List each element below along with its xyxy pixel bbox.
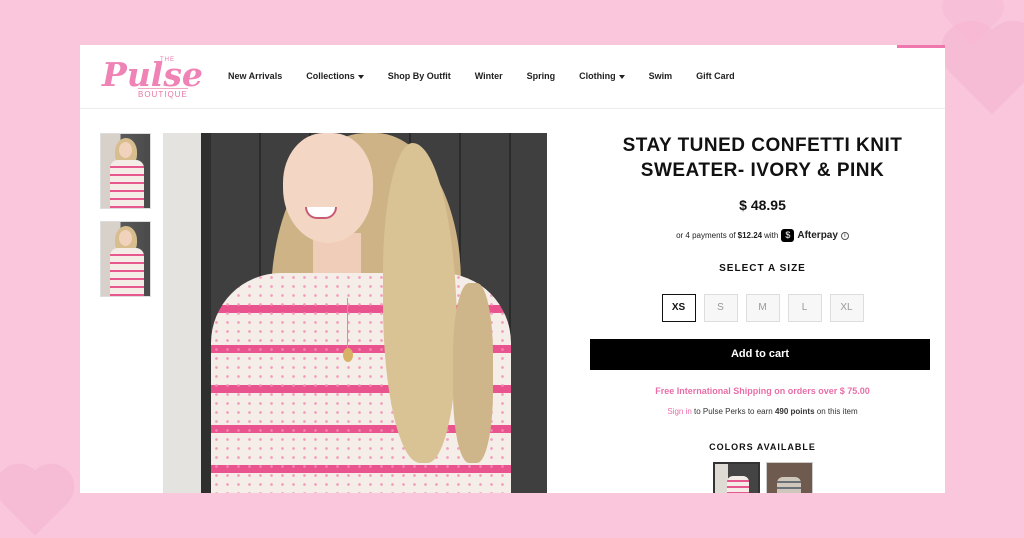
product-title-line2: SWEATER- IVORY & PINK xyxy=(640,160,885,181)
site-header: THE Pulse BOUTIQUE New Arrivals Collecti… xyxy=(80,45,945,109)
colors-available-label: COLORS AVAILABLE xyxy=(709,442,816,452)
nav-shop-by-outfit[interactable]: Shop By Outfit xyxy=(388,71,451,81)
store-page: THE Pulse BOUTIQUE New Arrivals Collecti… xyxy=(80,45,945,493)
perks-points: 490 points xyxy=(774,407,815,416)
nav-clothing[interactable]: Clothing xyxy=(579,71,625,81)
perks-text: to Pulse Perks to earn xyxy=(691,407,775,416)
product-title-line1: STAY TUNED CONFETTI KNIT xyxy=(622,135,903,156)
perks-text-end: on this item xyxy=(814,407,858,416)
perks-notice: Sign in to Pulse Perks to earn 490 point… xyxy=(580,407,945,416)
afterpay-prefix: or 4 payments of xyxy=(676,231,736,240)
afterpay-with: with xyxy=(764,231,779,240)
product-main-image[interactable] xyxy=(163,133,547,493)
chevron-down-icon xyxy=(357,74,364,79)
heart-decoration xyxy=(2,470,68,536)
size-selector: XS S M L XL xyxy=(580,294,945,322)
color-swatch-ivory-pink[interactable] xyxy=(712,462,760,493)
size-option-xl[interactable]: XL xyxy=(829,294,864,322)
heart-decoration xyxy=(949,29,1024,115)
size-option-xs[interactable]: XS xyxy=(661,294,696,322)
site-logo[interactable]: THE Pulse BOUTIQUE xyxy=(100,55,203,101)
select-size-label: SELECT A SIZE xyxy=(719,263,806,274)
main-nav: New Arrivals Collections Shop By Outfit … xyxy=(228,71,759,81)
nav-winter[interactable]: Winter xyxy=(475,71,503,81)
color-swatch-alt[interactable] xyxy=(765,462,813,493)
afterpay-name: Afterpay xyxy=(797,230,838,241)
product-thumbnail[interactable] xyxy=(100,133,151,209)
product-details: STAY TUNED CONFETTI KNIT SWEATER- IVORY … xyxy=(580,133,945,493)
afterpay-amount: $12.24 xyxy=(737,231,763,240)
product-title: STAY TUNED CONFETTI KNIT SWEATER- IVORY … xyxy=(580,133,945,183)
color-swatches xyxy=(580,462,945,493)
chevron-down-icon xyxy=(618,74,625,79)
nav-swim[interactable]: Swim xyxy=(649,71,673,81)
shipping-notice: Free International Shipping on orders ov… xyxy=(655,386,870,396)
logo-sub: BOUTIQUE xyxy=(138,88,188,99)
afterpay-icon: $ xyxy=(781,229,795,242)
product-price: $ 48.95 xyxy=(739,197,786,213)
thumbnail-list xyxy=(100,133,151,309)
size-option-s[interactable]: S xyxy=(703,294,738,322)
nav-spring[interactable]: Spring xyxy=(527,71,556,81)
info-icon[interactable]: i xyxy=(840,231,849,240)
sign-in-link[interactable]: Sign in xyxy=(667,407,691,416)
size-option-l[interactable]: L xyxy=(787,294,822,322)
afterpay-info: or 4 payments of $12.24 with $ Afterpay … xyxy=(580,229,945,242)
add-to-cart-button[interactable]: Add to cart xyxy=(590,339,930,370)
nav-gift-card[interactable]: Gift Card xyxy=(696,71,735,81)
nav-new-arrivals[interactable]: New Arrivals xyxy=(228,71,282,81)
product-thumbnail[interactable] xyxy=(100,221,151,297)
nav-collections[interactable]: Collections xyxy=(306,71,364,81)
size-option-m[interactable]: M xyxy=(745,294,780,322)
